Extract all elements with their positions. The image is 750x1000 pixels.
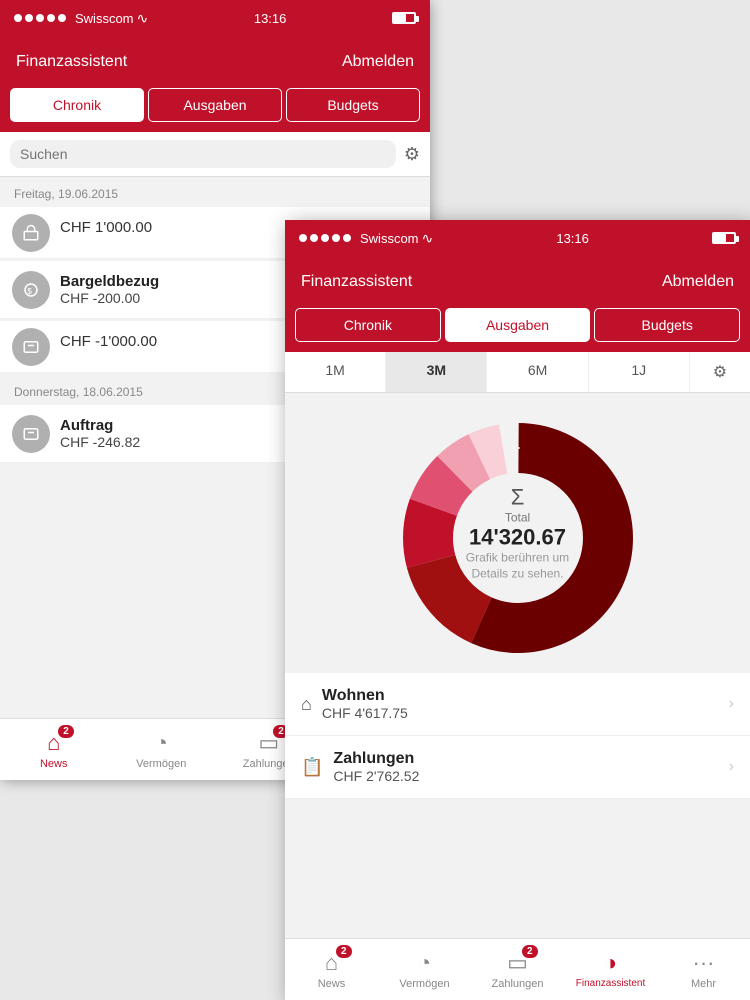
battery-fill-front bbox=[714, 234, 726, 242]
status-left-front: Swisscom ∿ bbox=[299, 230, 433, 247]
time-filter: 1M 3M 6M 1J ⚙ bbox=[285, 352, 750, 393]
status-left: Swisscom ∿ bbox=[14, 10, 148, 27]
time-btn-1j[interactable]: 1J bbox=[589, 352, 690, 392]
tabs-front: Chronik Ausgaben Budgets bbox=[285, 308, 750, 352]
time-btn-6m[interactable]: 6M bbox=[487, 352, 588, 392]
header-title-front: Finanzassistent bbox=[301, 273, 412, 291]
tab-ausgaben-front[interactable]: Ausgaben bbox=[445, 308, 591, 342]
dot2 bbox=[25, 14, 33, 22]
dot5 bbox=[58, 14, 66, 22]
front-screen: Swisscom ∿ 13:16 Finanzassistent Abmelde… bbox=[285, 220, 750, 1000]
time-btn-3m[interactable]: 3M bbox=[386, 352, 487, 392]
search-input-back[interactable] bbox=[10, 140, 396, 168]
dot4f bbox=[332, 234, 340, 242]
nav-zahlungen-front[interactable]: 2 ▭ Zahlungen bbox=[471, 939, 564, 1000]
signal-dots-front bbox=[299, 234, 351, 242]
dot1f bbox=[299, 234, 307, 242]
donut-amount: 14'320.67 bbox=[469, 524, 566, 550]
battery-icon-front bbox=[712, 232, 736, 244]
wifi-icon-back: ∿ bbox=[137, 10, 149, 27]
time-front: 13:16 bbox=[556, 231, 589, 246]
battery-icon-back bbox=[392, 12, 416, 24]
dot5f bbox=[343, 234, 351, 242]
battery-fill-back bbox=[394, 14, 406, 22]
nav-zahlungen-label-front: Zahlungen bbox=[492, 978, 544, 990]
carrier-back: Swisscom bbox=[75, 11, 134, 26]
svg-text:$: $ bbox=[27, 286, 32, 295]
wohnen-info: Wohnen CHF 4'617.75 bbox=[322, 687, 729, 721]
dot3 bbox=[36, 14, 44, 22]
item-icon-1 bbox=[12, 214, 50, 252]
item-icon-3 bbox=[12, 328, 50, 366]
wohnen-name: Wohnen bbox=[322, 687, 729, 705]
bottom-nav-front: 2 ⌂ News ◔ Vermögen 2 ▭ Zahlungen ◑ Fina… bbox=[285, 938, 750, 1000]
dot1 bbox=[14, 14, 22, 22]
nav-vermoegen-label-front: Vermögen bbox=[399, 978, 449, 990]
nav-news-back[interactable]: 2 ⌂ News bbox=[0, 719, 108, 780]
nav-mehr-label-front: Mehr bbox=[691, 978, 716, 990]
zahlungen-icon: 📋 bbox=[301, 757, 323, 778]
nav-news-label-front: News bbox=[318, 978, 346, 990]
header-back: Finanzassistent Abmelden bbox=[0, 36, 430, 88]
time-btn-1m[interactable]: 1M bbox=[285, 352, 386, 392]
dot2f bbox=[310, 234, 318, 242]
nav-news-label-back: News bbox=[40, 758, 68, 770]
item-icon-2: $ bbox=[12, 271, 50, 309]
nav-vermoegen-label-back: Vermögen bbox=[136, 758, 186, 770]
tab-budgets-back[interactable]: Budgets bbox=[286, 88, 420, 122]
mehr-icon-front: ··· bbox=[693, 950, 715, 976]
donut-sigma: Σ bbox=[511, 484, 525, 510]
status-bar-back: Swisscom ∿ 13:16 bbox=[0, 0, 430, 36]
carrier-front: Swisscom bbox=[360, 231, 419, 246]
search-bar-back: ⚙ bbox=[0, 132, 430, 177]
category-item-zahlungen[interactable]: 📋 Zahlungen CHF 2'762.52 › bbox=[285, 736, 750, 799]
tab-ausgaben-back[interactable]: Ausgaben bbox=[148, 88, 282, 122]
wohnen-chevron: › bbox=[729, 695, 734, 713]
dot3f bbox=[321, 234, 329, 242]
header-title-back: Finanzassistent bbox=[16, 53, 127, 71]
tab-chronik-back[interactable]: Chronik bbox=[10, 88, 144, 122]
wohnen-amount: CHF 4'617.75 bbox=[322, 705, 729, 721]
item-icon-4 bbox=[12, 415, 50, 453]
header-action-back[interactable]: Abmelden bbox=[342, 53, 414, 71]
status-bar-front: Swisscom ∿ 13:16 bbox=[285, 220, 750, 256]
zahlungen-chevron: › bbox=[729, 758, 734, 776]
tabs-back: Chronik Ausgaben Budgets bbox=[0, 88, 430, 132]
dot4 bbox=[47, 14, 55, 22]
donut-center: Σ Total 14'320.67 Grafik berühren um Det… bbox=[466, 484, 569, 581]
header-front: Finanzassistent Abmelden bbox=[285, 256, 750, 308]
donut-chart-container[interactable]: Σ Total 14'320.67 Grafik berühren um Det… bbox=[285, 393, 750, 673]
chart-icon-back: ◔ bbox=[155, 730, 168, 756]
pie-icon-front: ◔ bbox=[418, 950, 431, 976]
nav-vermoegen-back[interactable]: ◔ Vermögen bbox=[108, 719, 216, 780]
nav-finanz-label-front: Finanzassistent bbox=[576, 978, 645, 989]
category-item-wohnen[interactable]: ⌂ Wohnen CHF 4'617.75 › bbox=[285, 673, 750, 736]
nav-finanz-front[interactable]: ◑ Finanzassistent bbox=[564, 939, 657, 1000]
filter-icon-back[interactable]: ⚙ bbox=[404, 144, 420, 165]
tab-budgets-front[interactable]: Budgets bbox=[594, 308, 740, 342]
header-action-front[interactable]: Abmelden bbox=[662, 273, 734, 291]
zahlungen-name: Zahlungen bbox=[333, 750, 728, 768]
nav-vermoegen-front[interactable]: ◔ Vermögen bbox=[378, 939, 471, 1000]
zahlungen-info: Zahlungen CHF 2'762.52 bbox=[333, 750, 728, 784]
news-badge-back: 2 bbox=[58, 725, 74, 738]
donut-label: Total bbox=[505, 510, 530, 524]
donut-hint: Grafik berühren um Details zu sehen. bbox=[466, 550, 569, 581]
news-badge-front: 2 bbox=[336, 945, 352, 958]
category-list: ⌂ Wohnen CHF 4'617.75 › 📋 Zahlungen CHF … bbox=[285, 673, 750, 799]
signal-dots bbox=[14, 14, 66, 22]
zahlungen-amount: CHF 2'762.52 bbox=[333, 768, 728, 784]
nav-mehr-front[interactable]: ··· Mehr bbox=[657, 939, 750, 1000]
chart-filter-icon[interactable]: ⚙ bbox=[690, 352, 750, 392]
finanz-icon-front: ◑ bbox=[604, 950, 617, 976]
wohnen-icon: ⌂ bbox=[301, 694, 312, 715]
time-back: 13:16 bbox=[254, 11, 287, 26]
zahlungen-badge-front: 2 bbox=[522, 945, 538, 958]
wifi-icon-front: ∿ bbox=[422, 230, 434, 247]
date-label-1: Freitag, 19.06.2015 bbox=[0, 177, 430, 205]
tab-chronik-front[interactable]: Chronik bbox=[295, 308, 441, 342]
nav-news-front[interactable]: 2 ⌂ News bbox=[285, 939, 378, 1000]
